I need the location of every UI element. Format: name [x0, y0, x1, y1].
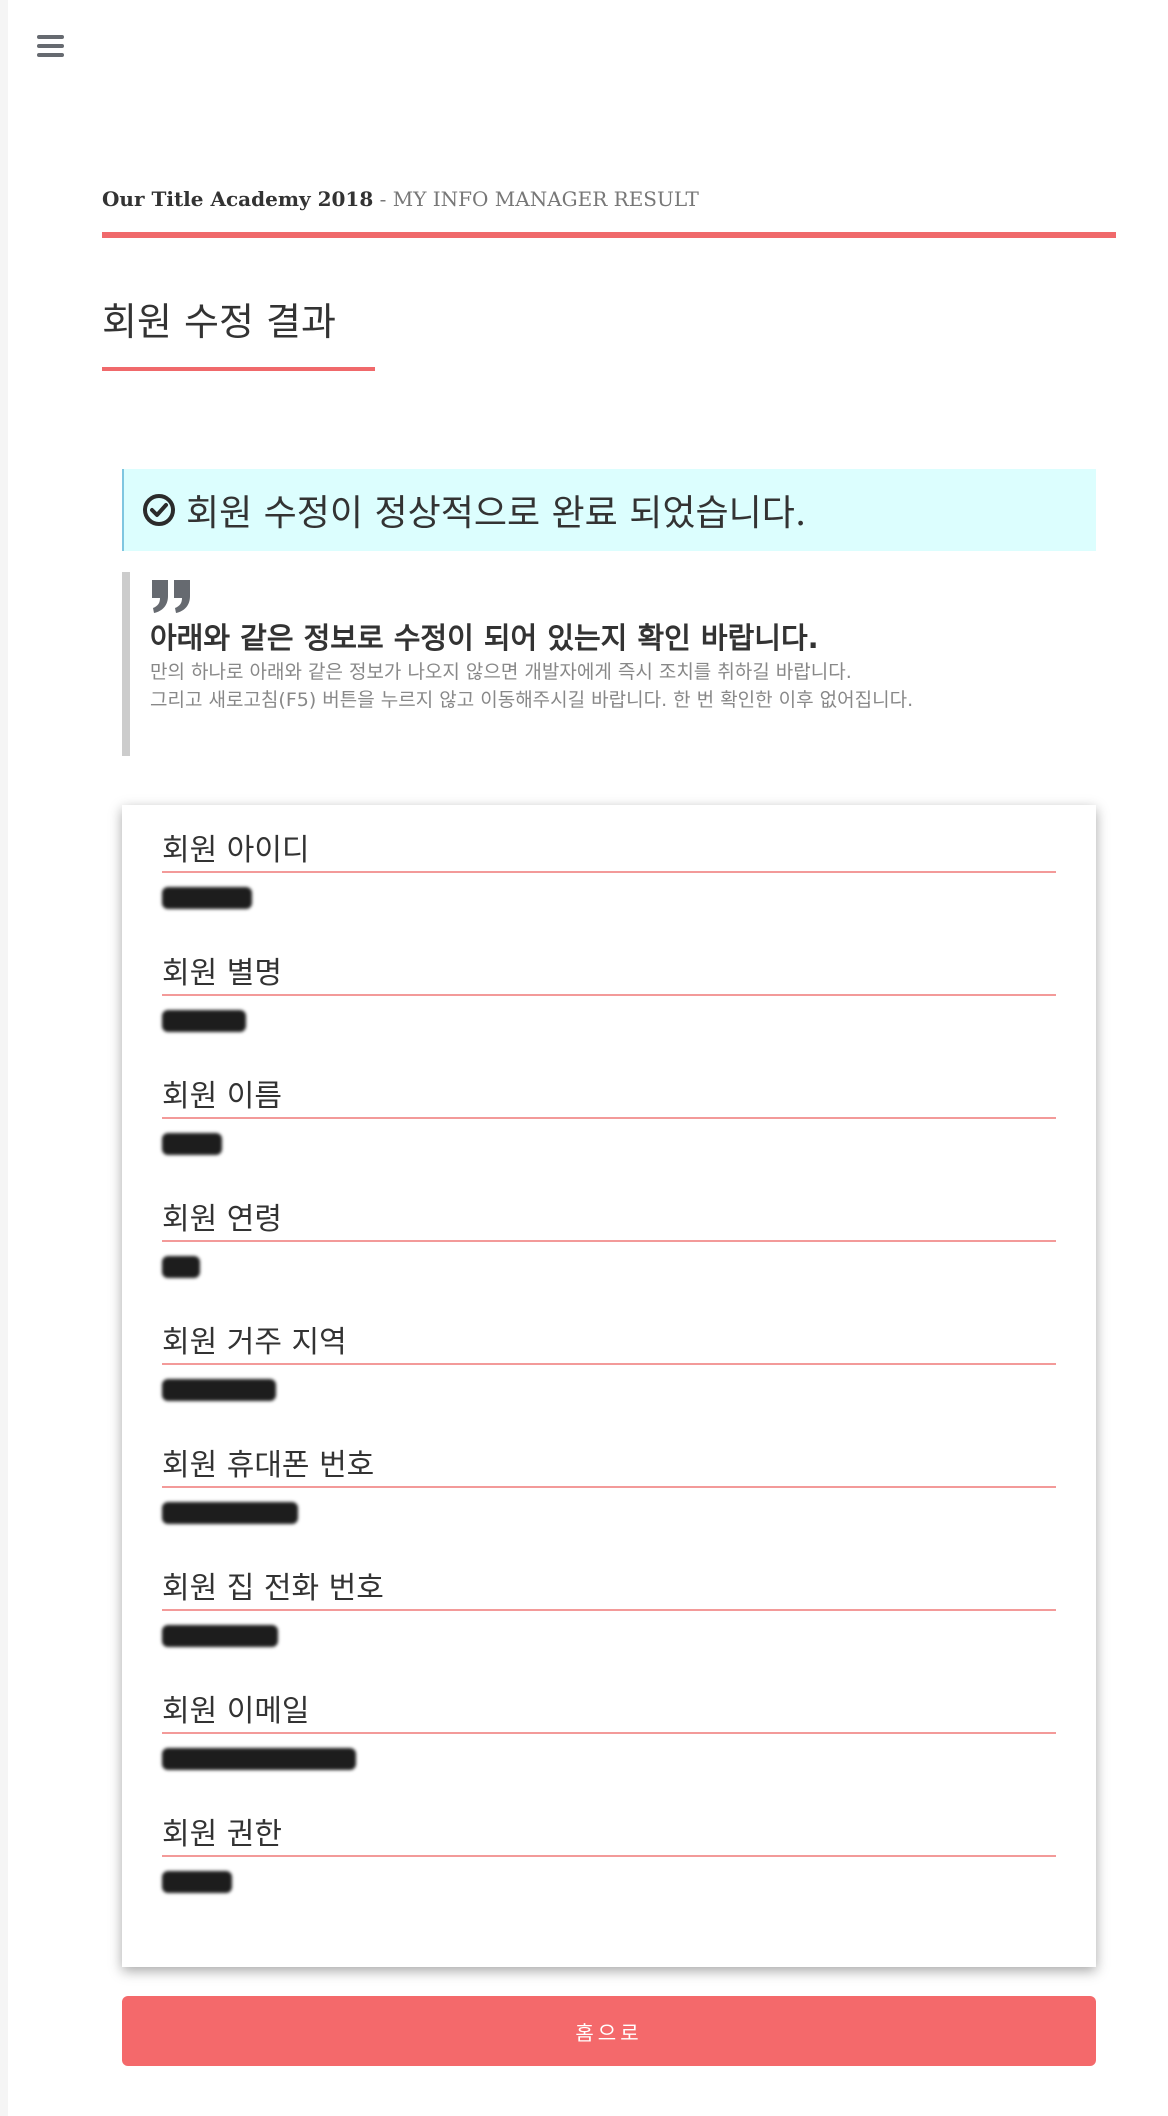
- hamburger-icon[interactable]: [37, 35, 64, 57]
- field-label: 회원 휴대폰 번호: [162, 1446, 1056, 1488]
- field-home-phone: 회원 집 전화 번호: [162, 1569, 1056, 1653]
- brand-title: Our Title Academy 2018: [102, 187, 374, 211]
- header-divider: [102, 232, 1116, 238]
- field-label: 회원 이름: [162, 1077, 1056, 1119]
- redacted-value: [162, 1010, 1056, 1038]
- notice-line-2: 그리고 새로고침(F5) 버튼을 누르지 않고 이동해주시길 바랍니다. 한 번…: [150, 689, 914, 711]
- field-member-id: 회원 아이디: [162, 831, 1056, 915]
- redacted-value: [162, 1625, 1056, 1653]
- quote-icon: [152, 580, 190, 613]
- redacted-value: [162, 1256, 1056, 1284]
- field-region: 회원 거주 지역: [162, 1323, 1056, 1407]
- field-label: 회원 아이디: [162, 831, 1056, 873]
- field-permission: 회원 권한: [162, 1815, 1056, 1899]
- home-button[interactable]: 홈으로: [122, 1996, 1096, 2066]
- field-label: 회원 집 전화 번호: [162, 1569, 1056, 1611]
- field-age: 회원 연령: [162, 1200, 1056, 1284]
- field-label: 회원 별명: [162, 954, 1056, 996]
- field-label: 회원 거주 지역: [162, 1323, 1056, 1365]
- redacted-value: [162, 1379, 1056, 1407]
- page-header: Our Title Academy 2018 - MY INFO MANAGER…: [102, 183, 1116, 215]
- field-label: 회원 이메일: [162, 1692, 1056, 1734]
- field-name: 회원 이름: [162, 1077, 1056, 1161]
- field-mobile: 회원 휴대폰 번호: [162, 1446, 1056, 1530]
- success-message: 회원 수정이 정상적으로 완료 되었습니다.: [186, 493, 807, 534]
- field-email: 회원 이메일: [162, 1692, 1056, 1776]
- title-underline: [102, 367, 375, 371]
- check-circle-icon: [143, 494, 175, 526]
- member-info-card: 회원 아이디 회원 별명 회원 이름 회원 연령 회원 거주 지역 회원 휴대폰…: [122, 805, 1096, 1967]
- field-label: 회원 연령: [162, 1200, 1056, 1242]
- left-edge-strip: [0, 0, 8, 2116]
- redacted-value: [162, 1133, 1056, 1161]
- success-alert: 회원 수정이 정상적으로 완료 되었습니다.: [122, 469, 1096, 551]
- redacted-value: [162, 1871, 1056, 1899]
- page-title: 회원 수정 결과: [102, 300, 336, 344]
- notice-blockquote: 아래와 같은 정보로 수정이 되어 있는지 확인 바랍니다. 만의 하나로 아래…: [122, 572, 1096, 756]
- field-nickname: 회원 별명: [162, 954, 1056, 1038]
- notice-heading: 아래와 같은 정보로 수정이 되어 있는지 확인 바랍니다.: [150, 621, 819, 655]
- redacted-value: [162, 1502, 1056, 1530]
- notice-line-1: 만의 하나로 아래와 같은 정보가 나오지 않으면 개발자에게 즉시 조치를 취…: [150, 661, 852, 683]
- field-label: 회원 권한: [162, 1815, 1056, 1857]
- header-subtitle: - MY INFO MANAGER RESULT: [373, 187, 699, 211]
- redacted-value: [162, 887, 1056, 915]
- redacted-value: [162, 1748, 1056, 1776]
